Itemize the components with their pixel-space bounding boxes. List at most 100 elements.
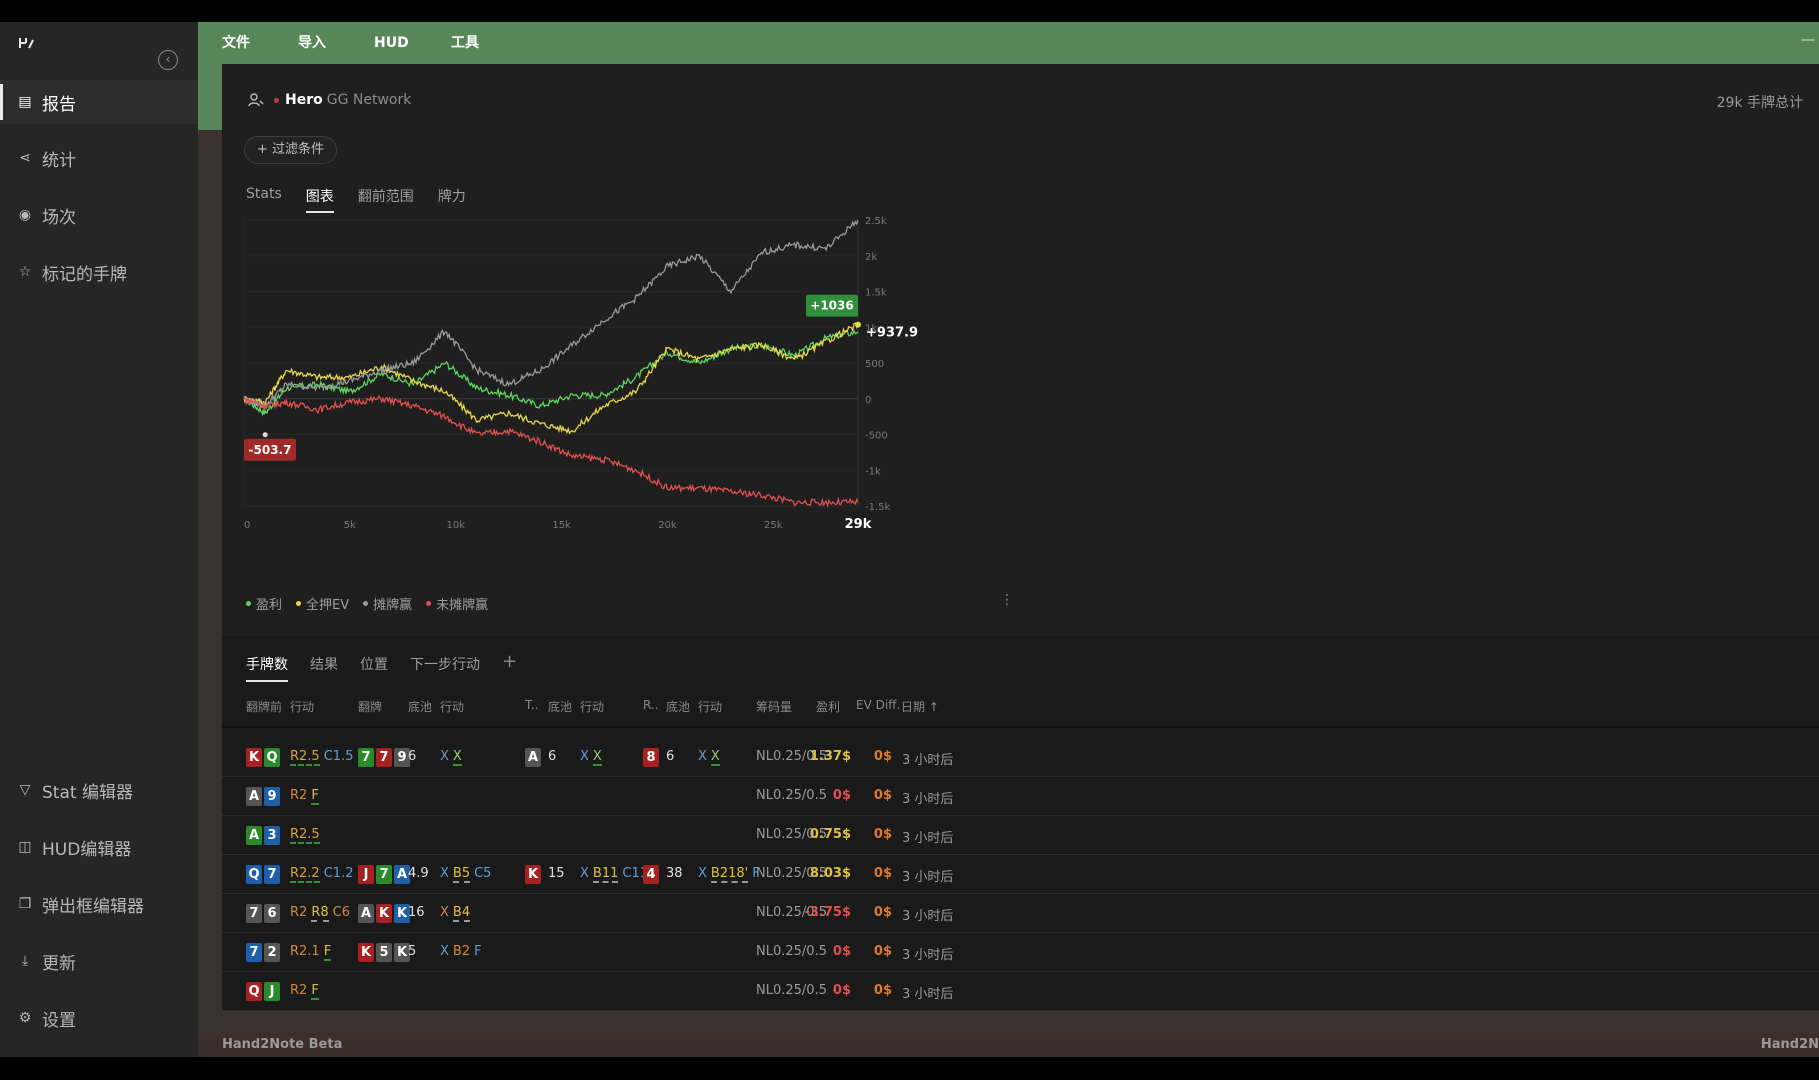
flop-actions: XX <box>440 749 466 766</box>
tab-position[interactable]: 位置 <box>360 654 388 682</box>
report-icon: ▤ <box>18 94 32 110</box>
col-ev-diff[interactable]: EV Diff. <box>856 698 900 712</box>
report-panel: Hero GG Network 29k 手牌总计 + 过滤条件 Stats 图表… <box>222 64 1819 1011</box>
date-cell: 3 小时后 <box>902 909 954 924</box>
action-token: F <box>311 983 319 1000</box>
x-tick-label: 10k <box>446 520 465 531</box>
col-pot-turn[interactable]: 底池 <box>548 698 572 715</box>
table-row[interactable]: 7 6 R2 R8 C6 A K K 16 X B4 NL0.25/0.5 -3.75$ 0$ 3 小时后 <box>222 894 1819 933</box>
menu-hud[interactable]: HUD <box>374 22 409 64</box>
legend-item[interactable]: 全押EV <box>296 594 349 613</box>
playing-card: 6 <box>264 904 280 923</box>
legend-item[interactable]: 未摊牌赢 <box>426 594 488 613</box>
sidebar-item-popup-editor[interactable]: ❐ 弹出框编辑器 <box>0 882 198 926</box>
col-preflop[interactable]: 翻牌前 <box>246 698 282 715</box>
tab-preflop-range[interactable]: 翻前范围 <box>358 186 414 213</box>
col-action-river[interactable]: 行动 <box>698 698 722 715</box>
action-token: F <box>311 788 319 805</box>
sidebar-item-stat-editor[interactable]: ▽ Stat 编辑器 <box>0 768 198 812</box>
preflop-actions: R2.2 C1.2 <box>290 866 357 883</box>
download-icon: ⤓ <box>21 953 29 969</box>
won-cell: 1.37$ <box>809 749 851 764</box>
col-river[interactable]: R.. <box>643 698 659 712</box>
tab-chart[interactable]: 图表 <box>305 186 334 213</box>
hand2note-logo[interactable] <box>16 32 38 54</box>
add-filter-button[interactable]: + 过滤条件 <box>244 136 338 164</box>
flop-actions: X B4 <box>440 905 474 922</box>
table-row[interactable]: Q J R2 F NL0.25/0.5 0$ 0$ 3 小时后 <box>222 972 1819 1011</box>
player-name: Hero <box>285 92 323 108</box>
y-tick-label: 1.5k <box>865 288 887 299</box>
table-row[interactable]: K Q R2.5 C1.5 7 7 9 6 X X A 6 X X 8 6 X X NL0.25/0.5 1.37$ 0… <box>222 738 1819 777</box>
preflop-cards: QJ <box>246 981 282 1001</box>
col-pot-river[interactable]: 底池 <box>666 698 690 715</box>
star-list-icon: ☆ <box>18 264 32 280</box>
playing-card: 7 <box>246 943 262 962</box>
tab-result[interactable]: 结果 <box>310 654 338 682</box>
sidebar-item-label: 设置 <box>42 1010 76 1031</box>
playing-card: 5 <box>376 943 392 962</box>
stakes-cell: NL0.25/0.5 <box>756 788 827 803</box>
legend-item[interactable]: 摊牌赢 <box>363 594 412 613</box>
menu-tools[interactable]: 工具 <box>451 22 479 64</box>
col-flop[interactable]: 翻牌 <box>358 698 382 715</box>
player-network: GG Network <box>326 92 412 108</box>
legend-item[interactable]: 盈利 <box>246 594 282 613</box>
action-token: F <box>474 944 482 959</box>
sidebar-item-settings[interactable]: ⚙ 设置 <box>0 996 198 1040</box>
player-selector[interactable]: Hero GG Network <box>248 92 411 108</box>
won-cell: 0$ <box>832 983 851 998</box>
sidebar-item-update[interactable]: ⤓ 更新 <box>0 939 198 983</box>
date-cell: 3 小时后 <box>902 948 954 963</box>
legend-dot <box>363 601 369 606</box>
col-turn[interactable]: T.. <box>525 698 539 712</box>
stakes-cell: NL0.25/0.5 <box>756 983 827 998</box>
playing-card: J <box>264 982 280 1001</box>
col-won[interactable]: 盈利 <box>816 698 840 715</box>
sidebar-item-report[interactable]: ▤ 报告 <box>0 80 198 124</box>
action-token: X <box>440 905 449 920</box>
table-row[interactable]: 7 2 R2.1 F K 5 K 5 X B2 F NL0.25/0.5 0$ 0$ 3 小时后 <box>222 933 1819 972</box>
y-tick-label: 0 <box>865 395 871 406</box>
minimize-button[interactable]: — <box>1801 32 1819 50</box>
action-token: R2.1 <box>290 944 320 959</box>
playing-card: Q <box>246 865 262 884</box>
river-card: 4 <box>643 864 661 884</box>
sidebar-item-stats[interactable]: ⋖ 统计 <box>0 136 198 180</box>
action-token: C1.2 <box>323 866 354 881</box>
series-line <box>243 322 859 435</box>
add-tab-button[interactable]: + <box>502 653 517 682</box>
max-badge-label: +1036 <box>810 299 853 313</box>
table-row[interactable]: A 9 R2 F NL0.25/0.5 0$ 0$ 3 小时后 <box>222 777 1819 816</box>
col-date[interactable]: 日期 ↑ <box>901 698 939 715</box>
sidebar-item-hud-editor[interactable]: ◫ HUD编辑器 <box>0 825 198 869</box>
legend-dot <box>426 601 432 606</box>
status-bar: Hand2Note Beta Hand2N <box>198 1033 1819 1057</box>
action-token: X <box>440 749 449 764</box>
x-tick-label: 25k <box>764 520 783 531</box>
table-row[interactable]: Q 7 R2.2 C1.2 J 7 A 4.9 X B5 C5 K 15 X B11 C11 4 38 X B218'… <box>222 855 1819 894</box>
turn-pot: 15 <box>548 866 565 881</box>
sidebar-item-sessions[interactable]: ◉ 场次 <box>0 193 198 237</box>
col-action-turn[interactable]: 行动 <box>580 698 604 715</box>
turn-pot: 6 <box>548 749 557 764</box>
sidebar-item-marked-hands[interactable]: ☆ 标记的手牌 <box>0 250 198 294</box>
tab-hand-count[interactable]: 手牌数 <box>246 654 288 682</box>
more-options-icon[interactable]: ⋮ <box>1000 592 1014 608</box>
collapse-sidebar-button[interactable]: ‹ <box>158 50 178 70</box>
playing-card: 7 <box>358 748 374 767</box>
winnings-chart[interactable]: 2.5k 2k 1.5k 1k 500 0 -500 -1k -1.5k 0 5k 10k 15k 20k… <box>240 210 960 540</box>
table-row[interactable]: A 3 R2.5 NL0.25/0.5 0.75$ 0$ 3 小时后 <box>222 816 1819 855</box>
menu-file[interactable]: 文件 <box>222 22 250 64</box>
playing-card: A <box>246 826 262 845</box>
col-pot-flop[interactable]: 底池 <box>408 698 432 715</box>
legend-label: 未摊牌赢 <box>436 598 489 613</box>
col-stakes[interactable]: 筹码量 <box>756 698 792 715</box>
tab-next-action[interactable]: 下一步行动 <box>410 654 480 682</box>
menu-import[interactable]: 导入 <box>298 22 326 64</box>
tab-hand-strength[interactable]: 牌力 <box>438 186 466 213</box>
river-pot: 6 <box>666 749 675 764</box>
tab-stats[interactable]: Stats <box>246 186 282 213</box>
col-action-preflop[interactable]: 行动 <box>290 698 314 715</box>
col-action-flop[interactable]: 行动 <box>440 698 464 715</box>
